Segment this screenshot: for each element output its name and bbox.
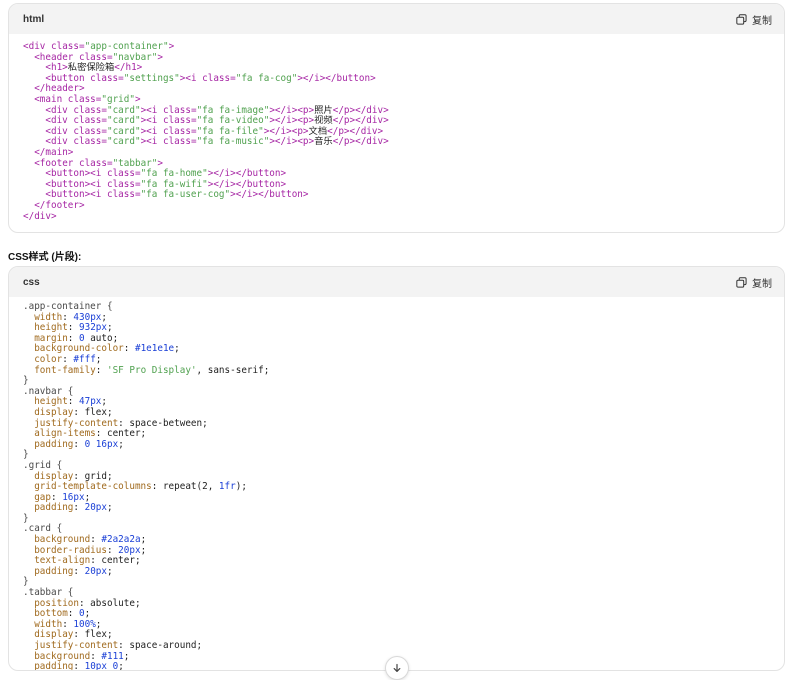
code-line: justify-content: space-around;	[34, 640, 203, 651]
code-line: height: 47px;	[34, 396, 107, 408]
code-line: }	[23, 512, 29, 524]
code-line: <button><i class="fa fa-home"></i></butt…	[45, 168, 287, 180]
code-line: bottom: 0;	[34, 608, 91, 620]
code-line: border-radius: 20px;	[34, 544, 147, 556]
code-line: </header>	[34, 83, 85, 95]
code-line: display: grid;	[34, 470, 113, 482]
code-language-label: css	[23, 276, 40, 288]
code-line: .tabbar {	[23, 587, 74, 599]
code-block-header: css 复制	[9, 267, 784, 297]
code-line: width: 100%;	[34, 618, 102, 630]
code-line: </footer>	[34, 199, 85, 211]
code-line: <h1>私密保险箱</h1>	[45, 62, 143, 74]
code-line: background: #111;	[34, 650, 130, 662]
code-line: <header class="navbar">	[34, 51, 163, 63]
code-line: gap: 16px;	[34, 491, 91, 503]
css-code-content: .app-container { width: 430px; height: 9…	[9, 297, 784, 671]
code-line: <div class="card"><i class="fa fa-video"…	[45, 115, 389, 127]
code-line: <div class="app-container">	[23, 41, 175, 52]
code-line: display: flex;	[34, 629, 113, 641]
code-line: padding: 10px 0;	[34, 661, 124, 671]
code-line: align-items: center;	[34, 428, 147, 440]
code-line: justify-content: space-between;	[34, 417, 208, 429]
code-line: position: absolute;	[34, 597, 141, 609]
copy-button[interactable]: 复制	[736, 275, 772, 290]
code-line: <button><i class="fa fa-user-cog"></i></…	[45, 189, 309, 201]
css-code-block: css 复制 .app-container { width: 430px; he…	[8, 266, 785, 671]
code-line: <main class="grid">	[34, 93, 141, 105]
code-line: background-color: #1e1e1e;	[34, 343, 180, 355]
code-line: grid-template-columns: repeat(2, 1fr);	[34, 481, 247, 493]
code-line: <button class="settings"><i class="fa fa…	[45, 72, 376, 84]
code-line: margin: 0 auto;	[34, 332, 119, 344]
code-line: </div>	[23, 210, 57, 222]
scroll-down-button[interactable]	[385, 656, 409, 680]
code-line: <div class="card"><i class="fa fa-music"…	[45, 136, 389, 148]
code-line: display: flex;	[34, 406, 113, 418]
arrow-down-icon	[393, 663, 401, 672]
code-line: color: #fff;	[34, 353, 102, 365]
code-line: </main>	[34, 146, 74, 158]
copy-button-label: 复制	[752, 278, 772, 290]
code-line: background: #2a2a2a;	[34, 534, 147, 546]
code-line: <button><i class="fa fa-wifi"></i></butt…	[45, 178, 287, 190]
code-line: <footer class="tabbar">	[34, 157, 163, 169]
copy-button[interactable]: 复制	[736, 12, 772, 27]
code-line: width: 430px;	[34, 311, 108, 323]
code-line: padding: 20px;	[34, 502, 113, 514]
code-line: <div class="card"><i class="fa fa-image"…	[45, 104, 389, 116]
code-line: font-family: 'SF Pro Display', sans-seri…	[34, 364, 270, 376]
html-code-block: html 复制 <div class="app-container"> <hea…	[8, 3, 785, 233]
code-line: .grid {	[23, 459, 63, 471]
code-block-header: html 复制	[9, 4, 784, 34]
code-line: height: 932px;	[34, 322, 113, 334]
code-language-label: html	[23, 13, 45, 25]
code-line: .card {	[23, 523, 63, 535]
code-line: }	[23, 576, 29, 588]
code-line: padding: 0 16px;	[34, 438, 124, 450]
code-line: }	[23, 449, 29, 461]
code-line: .app-container {	[23, 301, 113, 312]
code-line: text-align: center;	[34, 555, 141, 567]
copy-icon	[736, 13, 747, 25]
html-code-content: <div class="app-container"> <header clas…	[9, 34, 784, 228]
code-line: padding: 20px;	[34, 565, 113, 577]
copy-icon	[736, 276, 747, 288]
css-section-title: CSS样式 (片段):	[8, 252, 82, 263]
code-line: }	[23, 375, 29, 387]
copy-button-label: 复制	[752, 15, 772, 27]
code-line: .navbar {	[23, 385, 74, 397]
